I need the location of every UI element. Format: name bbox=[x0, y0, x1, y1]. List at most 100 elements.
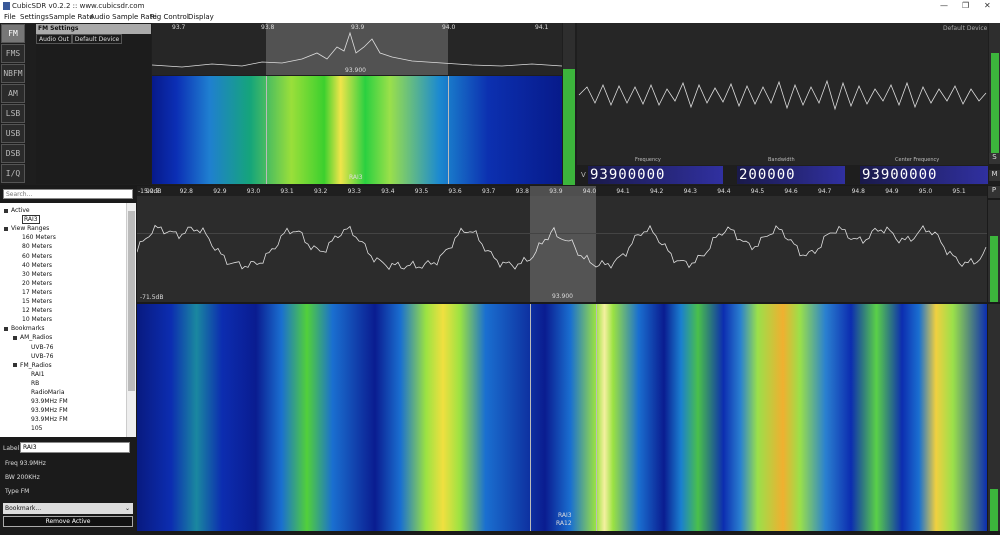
mini-waterfall[interactable]: RAI3 bbox=[152, 76, 562, 184]
mode-iq-button[interactable]: I/Q bbox=[1, 164, 25, 183]
tree-item[interactable]: Active bbox=[4, 207, 30, 214]
frequency-tick: 93.8 bbox=[515, 188, 529, 195]
tree-item-label: 80 Meters bbox=[22, 243, 53, 251]
label-field[interactable] bbox=[20, 442, 130, 453]
tree-item[interactable]: 93.9MHz FM bbox=[31, 398, 68, 405]
main-spectrum[interactable]: 92.7 92.8 92.9 93.0 93.1 93.2 93.3 93.4 93.5 93.6… bbox=[137, 186, 987, 302]
frequency-caption: Frequency bbox=[635, 157, 661, 163]
frequency-tick: 93.5 bbox=[414, 188, 429, 195]
audio-out-value[interactable]: Default Device bbox=[71, 34, 123, 44]
restore-icon[interactable]: ❐ bbox=[962, 0, 969, 12]
app-icon bbox=[3, 2, 10, 10]
tree-item[interactable]: View Ranges bbox=[4, 225, 49, 232]
waterfall-meter[interactable] bbox=[988, 304, 1000, 531]
frequency-tick: 95.1 bbox=[952, 188, 966, 195]
bandwidth-digits[interactable]: 200000 bbox=[737, 166, 845, 184]
scope-m-button[interactable]: M bbox=[989, 170, 1000, 181]
menu-display[interactable]: Display bbox=[188, 12, 214, 23]
tree-item[interactable]: 17 Meters bbox=[22, 289, 52, 296]
mode-dsb-button[interactable]: DSB bbox=[1, 144, 25, 163]
freq-readout: Freq 93.9MHz bbox=[5, 460, 46, 467]
tree-item-label: 160 Meters bbox=[22, 234, 56, 242]
tree-item-label: View Ranges bbox=[11, 225, 50, 233]
frequency-tick: 94.8 bbox=[851, 188, 865, 195]
bookmark-tree[interactable]: Active RAI3 View Ranges 160 Meters 80 Meters… bbox=[0, 203, 136, 437]
center-frequency-digits[interactable]: 93900000 bbox=[860, 166, 988, 184]
tree-item[interactable]: 160 Meters bbox=[22, 234, 56, 241]
menu-file[interactable]: File bbox=[4, 12, 16, 23]
mini-tick: 94.0 bbox=[442, 24, 456, 31]
tree-item[interactable]: RAI1 bbox=[31, 371, 45, 378]
frequency-digits[interactable]: 93900000 bbox=[588, 166, 723, 184]
tree-item-label: 105 bbox=[31, 425, 43, 433]
expand-icon[interactable] bbox=[13, 335, 17, 340]
tree-item-label: AM_Radios bbox=[20, 334, 53, 342]
tree-item[interactable]: Bookmarks bbox=[4, 325, 45, 332]
remove-active-button[interactable]: Remove Active bbox=[3, 516, 133, 527]
waterfall-marker-name: RAI3 bbox=[558, 512, 572, 519]
label-caption: Label bbox=[3, 445, 20, 452]
audio-level-meter[interactable] bbox=[563, 23, 575, 185]
tree-item[interactable]: AM_Radios bbox=[13, 334, 52, 341]
tree-item-label: 40 Meters bbox=[22, 261, 53, 269]
tree-item[interactable]: UVB-76 bbox=[31, 353, 53, 360]
minimize-icon[interactable]: — bbox=[940, 0, 948, 12]
mini-spectrum[interactable]: 93.7 93.8 93.9 94.0 94.1 93.900 bbox=[152, 23, 562, 75]
waterfall-marker-sub: RA12 bbox=[556, 520, 572, 527]
expand-icon[interactable] bbox=[4, 226, 8, 231]
tree-item[interactable]: 15 Meters bbox=[22, 298, 52, 305]
search-input[interactable] bbox=[3, 189, 133, 199]
tree-item[interactable]: 60 Meters bbox=[22, 253, 52, 260]
main-waterfall[interactable]: RAI3 RA12 bbox=[137, 304, 987, 531]
tree-scrollbar-thumb[interactable] bbox=[128, 211, 135, 391]
mini-tick: 93.7 bbox=[172, 24, 186, 31]
expand-icon[interactable] bbox=[4, 208, 8, 213]
tree-scrollbar[interactable] bbox=[126, 203, 136, 437]
mode-usb-button[interactable]: USB bbox=[1, 124, 25, 143]
frequency-tick: 94.7 bbox=[818, 188, 832, 195]
tree-item[interactable]: 20 Meters bbox=[22, 280, 52, 287]
frequency-tick: 94.9 bbox=[885, 188, 899, 195]
frequency-tick: 94.1 bbox=[616, 188, 630, 195]
tree-item[interactable]: 10 Meters bbox=[22, 316, 52, 323]
mode-fms-button[interactable]: FMS bbox=[1, 44, 25, 63]
close-icon[interactable]: ✕ bbox=[984, 0, 991, 12]
tree-item[interactable]: 80 Meters bbox=[22, 243, 52, 250]
mode-lsb-button[interactable]: LSB bbox=[1, 104, 25, 123]
frequency-tick: 93.7 bbox=[482, 188, 496, 195]
tree-item[interactable]: 105 bbox=[31, 425, 42, 432]
frequency-tick: 94.2 bbox=[650, 188, 664, 195]
audio-out-row[interactable]: Audio Out Default Device bbox=[36, 34, 151, 44]
menu-settings[interactable]: Settings bbox=[20, 12, 49, 23]
tree-item[interactable]: 30 Meters bbox=[22, 271, 52, 278]
tree-item[interactable]: 40 Meters bbox=[22, 262, 52, 269]
tree-item[interactable]: UVB-76 bbox=[31, 344, 53, 351]
tree-item[interactable]: RadioMaria bbox=[31, 389, 65, 396]
tree-item[interactable]: FM_Radios bbox=[13, 362, 52, 369]
scope-s-button[interactable]: S bbox=[989, 153, 1000, 164]
type-readout: Type FM bbox=[5, 488, 30, 495]
tree-item[interactable]: RB bbox=[31, 380, 39, 387]
scope-trace bbox=[578, 79, 987, 111]
tree-item[interactable]: 93.9MHz FM bbox=[31, 407, 68, 414]
menu-bar: File Settings Sample Rate Audio Sample R… bbox=[0, 12, 1000, 23]
expand-icon[interactable] bbox=[4, 326, 8, 331]
mode-am-button[interactable]: AM bbox=[1, 84, 25, 103]
menu-rig-control[interactable]: Rig Control bbox=[150, 12, 189, 23]
expand-icon[interactable] bbox=[13, 363, 17, 368]
db-bottom-label: -71.5dB bbox=[140, 294, 164, 301]
spectrum-p-button[interactable]: P bbox=[988, 186, 1000, 198]
fm-settings-header: FM Settings bbox=[36, 24, 151, 34]
tree-item[interactable]: 12 Meters bbox=[22, 307, 52, 314]
menu-audio-sample-rate[interactable]: Audio Sample Rate bbox=[90, 12, 157, 23]
tree-item[interactable]: 93.9MHz FM bbox=[31, 416, 68, 423]
spectrum-meter[interactable] bbox=[988, 200, 1000, 302]
menu-sample-rate[interactable]: Sample Rate bbox=[49, 12, 94, 23]
chevron-down-icon: ⌄ bbox=[124, 505, 130, 512]
tree-item[interactable]: RAI3 bbox=[22, 215, 40, 225]
frequency-tick: 94.3 bbox=[683, 188, 697, 195]
mode-nbfm-button[interactable]: NBFM bbox=[1, 64, 25, 83]
audio-out-label: Audio Out bbox=[36, 34, 72, 44]
mode-fm-button[interactable]: FM bbox=[1, 24, 25, 43]
bookmark-select[interactable]: Bookmark... ⌄ bbox=[3, 503, 133, 514]
